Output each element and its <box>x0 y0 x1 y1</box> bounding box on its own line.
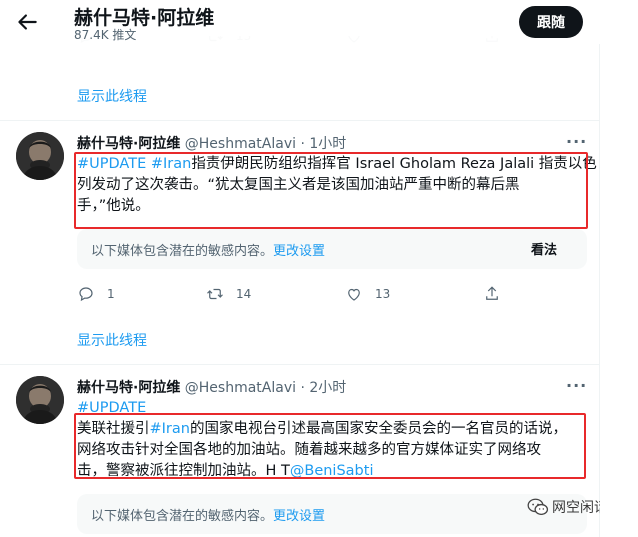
highlight-box <box>74 152 588 229</box>
more-options-icon[interactable]: ··· <box>566 132 587 151</box>
reply-icon <box>79 287 93 302</box>
sensitive-media-warning: 以下媒体包含潜在的敏感内容。更改设置 看法 <box>77 229 587 269</box>
sensitive-message: 以下媒体包含潜在的敏感内容。更改设置 <box>91 244 326 259</box>
retweet-button[interactable]: 14 <box>206 285 251 303</box>
avatar-photo <box>16 132 64 180</box>
change-settings-link[interactable]: 更改设置 <box>273 509 325 524</box>
sensitive-message: 以下媒体包含潜在的敏感内容。更改设置 <box>91 509 326 524</box>
show-thread-link[interactable]: 显示此线程 <box>77 330 147 350</box>
divider <box>0 120 600 121</box>
more-options-icon[interactable]: ··· <box>566 376 587 395</box>
author-handle[interactable]: @HeshmatAlavi <box>185 136 296 152</box>
right-margin <box>600 0 638 537</box>
avatar-photo <box>16 376 64 424</box>
avatar[interactable] <box>16 376 64 424</box>
retweet-icon <box>207 288 223 300</box>
view-media-button[interactable]: 看法 <box>531 239 557 258</box>
heart-icon <box>348 288 360 301</box>
watermark: 网空闲话 <box>527 497 608 517</box>
tweet-time[interactable]: · 2小时 <box>300 380 346 396</box>
wechat-icon <box>527 498 549 516</box>
author-name[interactable]: 赫什马特·阿拉维 <box>77 380 180 396</box>
timeline-column: 赫什马特·阿拉维 87.4K 推文 跟随 1 13 <box>0 0 608 537</box>
show-thread-link[interactable]: 显示此线程 <box>77 86 147 106</box>
profile-header: 赫什马特·阿拉维 87.4K 推文 跟随 <box>0 0 600 44</box>
change-settings-link[interactable]: 更改设置 <box>273 244 325 259</box>
sensitive-media-warning: 以下媒体包含潜在的敏感内容。更改设置 <box>77 494 587 534</box>
author-handle[interactable]: @HeshmatAlavi <box>185 380 296 396</box>
share-icon <box>486 286 498 300</box>
author-name[interactable]: 赫什马特·阿拉维 <box>77 136 180 152</box>
like-button[interactable]: 13 <box>345 285 390 303</box>
tweet-author-line: 赫什马特·阿拉维 @HeshmatAlavi · 1小时 <box>77 133 346 153</box>
retweet-count: 14 <box>236 287 252 301</box>
page: 赫什马特·阿拉维 87.4K 推文 跟随 1 13 <box>0 0 638 537</box>
back-arrow-icon[interactable] <box>14 9 40 35</box>
like-count: 13 <box>375 287 391 301</box>
follow-button[interactable]: 跟随 <box>519 6 583 38</box>
reply-button[interactable]: 1 <box>77 285 115 303</box>
tweet-count: 87.4K 推文 <box>74 28 137 42</box>
share-button[interactable] <box>483 285 501 303</box>
divider <box>0 364 600 365</box>
highlight-box <box>74 413 586 479</box>
tweet-author-line: 赫什马特·阿拉维 @HeshmatAlavi · 2小时 <box>77 377 346 397</box>
avatar[interactable] <box>16 132 64 180</box>
tweet-time[interactable]: · 1小时 <box>300 136 346 152</box>
reply-count: 1 <box>107 287 115 301</box>
